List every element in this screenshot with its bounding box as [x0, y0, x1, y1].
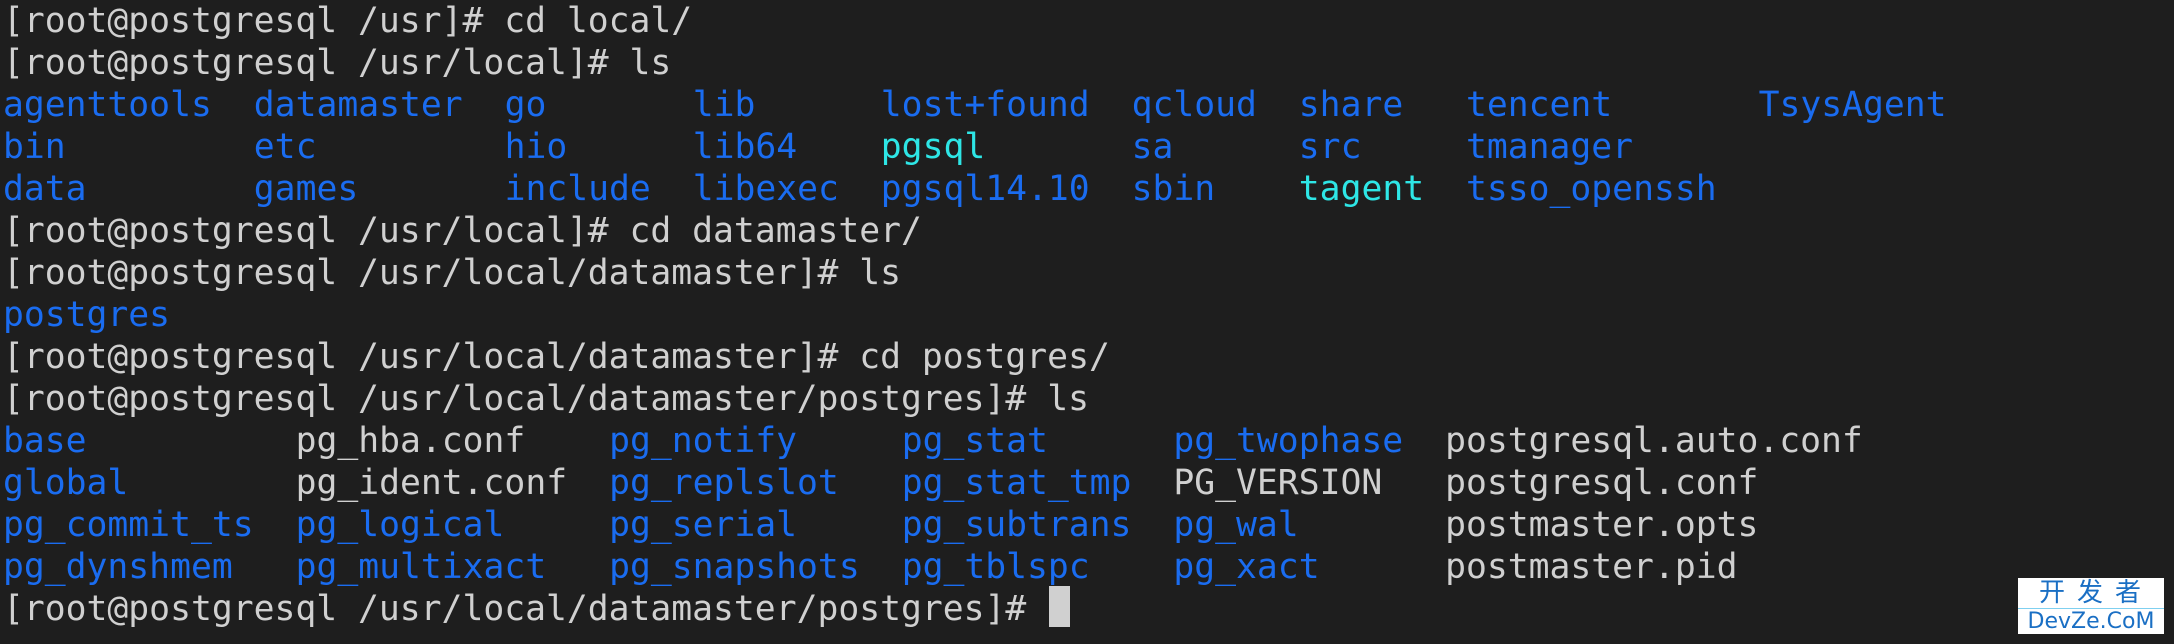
directory-entry: lib: [692, 85, 756, 125]
directory-entry: pg_notify: [609, 421, 798, 461]
directory-entry: pg_stat: [901, 421, 1048, 461]
prompt: [root@postgresql /usr/local/datamaster/p…: [3, 589, 1048, 629]
directory-entry: agenttools: [3, 85, 212, 125]
terminal-window[interactable]: [root@postgresql /usr]# cd local/ [root@…: [3, 0, 2174, 644]
directory-entry: pg_multixact: [295, 547, 547, 587]
directory-entry: sa: [1131, 127, 1174, 167]
prompt: [root@postgresql /usr/local/datamaster]#: [3, 253, 860, 293]
file-entry: PG_VERSION: [1173, 463, 1383, 503]
watermark-logo: 开发者 DevZe.CoM: [2018, 578, 2164, 634]
directory-entry: pg_replslot: [609, 463, 839, 503]
directory-entry: lost+found: [880, 85, 1090, 125]
prompt-line: [root@postgresql /usr/local/datamaster/p…: [3, 378, 1089, 420]
file-entry: postgresql.auto.conf: [1445, 421, 1863, 461]
directory-entry: pg_snapshots: [609, 547, 860, 587]
file-entry: postgresql.conf: [1445, 463, 1759, 503]
directory-entry: tencent: [1466, 85, 1613, 125]
directory-entry: share: [1298, 85, 1404, 125]
directory-entry: pgsql14.10: [880, 169, 1090, 209]
directory-entry: include: [504, 169, 651, 209]
directory-entry: lib64: [692, 127, 798, 167]
directory-entry: pg_tblspc: [901, 547, 1090, 587]
prompt: [root@postgresql /usr/local/datamaster/p…: [3, 379, 1048, 419]
directory-entry: base: [3, 421, 87, 461]
symlink-entry: tagent: [1298, 169, 1425, 209]
directory-entry: etc: [253, 127, 317, 167]
command: ls: [629, 43, 672, 83]
watermark-latin: DevZe.CoM: [2027, 609, 2155, 634]
watermark-chinese: 开发者: [2018, 578, 2164, 609]
directory-entry: pg_subtrans: [901, 505, 1132, 545]
command: cd datamaster/: [629, 211, 922, 251]
directory-entry: global: [3, 463, 129, 503]
directory-entry: pg_logical: [295, 505, 505, 545]
prompt-line: [root@postgresql /usr/local]# cd datamas…: [3, 210, 922, 252]
command: cd local/: [504, 1, 693, 41]
file-entry: postmaster.pid: [1445, 547, 1738, 587]
directory-entry: datamaster: [253, 85, 463, 125]
prompt: [root@postgresql /usr]#: [3, 1, 505, 41]
directory-entry: pg_stat_tmp: [901, 463, 1132, 503]
directory-entry: bin: [3, 127, 66, 167]
command: ls: [1047, 379, 1089, 419]
directory-entry: qcloud: [1131, 85, 1257, 125]
directory-entry: pg_wal: [1173, 505, 1299, 545]
directory-entry: go: [504, 85, 547, 125]
directory-entry: data: [3, 169, 87, 209]
directory-entry: sbin: [1131, 169, 1216, 209]
directory-entry: src: [1298, 127, 1362, 167]
symlink-entry: pgsql: [880, 127, 986, 167]
prompt-line: [root@postgresql /usr/local]# ls: [3, 42, 671, 84]
directory-entry: pg_serial: [609, 505, 798, 545]
prompt-line: [root@postgresql /usr/local/datamaster]#…: [3, 336, 1110, 378]
prompt-line: [root@postgresql /usr]# cd local/: [3, 0, 692, 42]
directory-entry: tsso_openssh: [1466, 169, 1717, 209]
directory-entry: libexec: [692, 169, 839, 209]
prompt-line: [root@postgresql /usr/local/datamaster]#…: [3, 252, 901, 294]
directory-entry: postgres: [3, 295, 171, 335]
directory-entry: pg_twophase: [1173, 421, 1404, 461]
file-entry: pg_hba.conf: [295, 421, 526, 461]
directory-entry: games: [253, 169, 359, 209]
file-entry: pg_ident.conf: [295, 463, 568, 503]
prompt: [root@postgresql /usr/local]#: [3, 43, 630, 83]
command: cd postgres/: [859, 337, 1110, 377]
file-entry: postmaster.opts: [1445, 505, 1759, 545]
prompt: [root@postgresql /usr/local/datamaster]#: [3, 337, 860, 377]
directory-entry: hio: [504, 127, 568, 167]
directory-entry: pg_dynshmem: [3, 547, 233, 587]
directory-entry: TsysAgent: [1758, 85, 1947, 125]
text-cursor: [1049, 586, 1070, 627]
directory-entry: pg_xact: [1173, 547, 1320, 587]
prompt: [root@postgresql /usr/local]#: [3, 211, 630, 251]
directory-entry: tmanager: [1466, 127, 1634, 167]
command: ls: [859, 253, 902, 293]
prompt-line-current[interactable]: [root@postgresql /usr/local/datamaster/p…: [3, 588, 1047, 630]
directory-entry: pg_commit_ts: [3, 505, 254, 545]
